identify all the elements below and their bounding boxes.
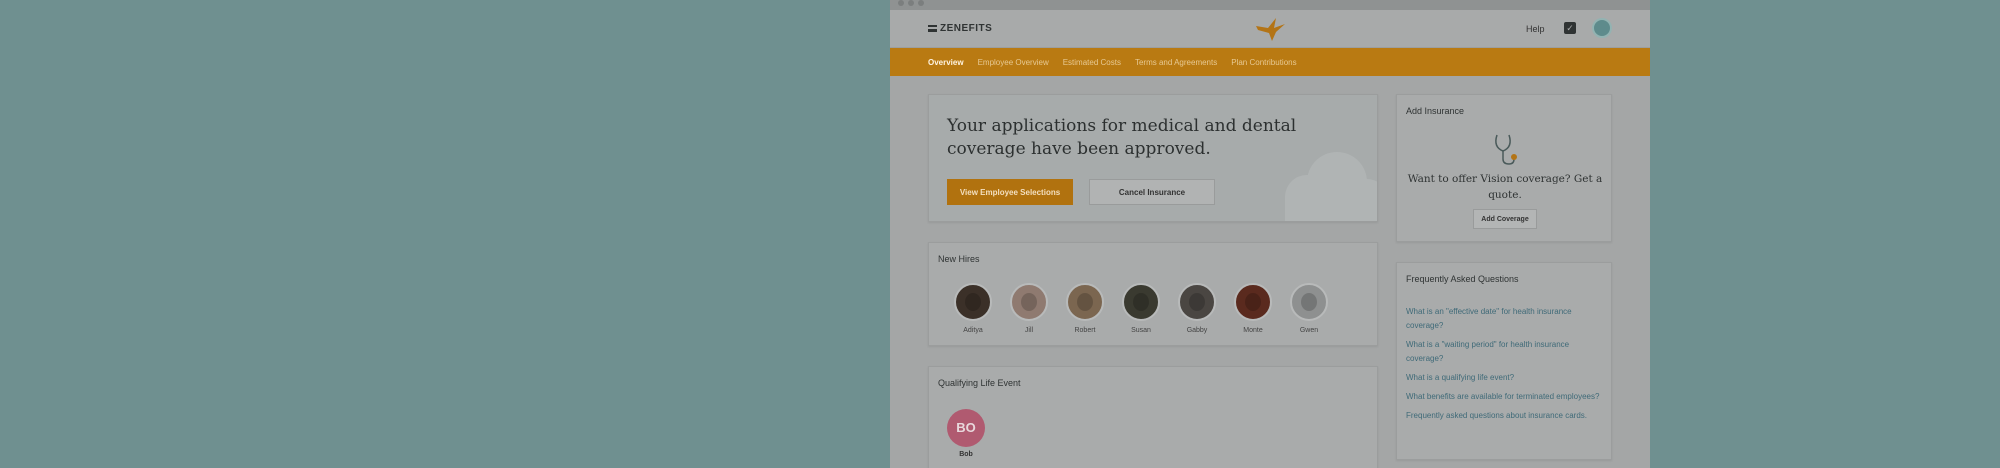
top-header: ZENEFITS Help ✓ (890, 10, 1650, 48)
user-avatar[interactable] (1592, 18, 1612, 38)
faq-list: What is an "effective date" for health i… (1406, 305, 1602, 428)
approval-banner: Your applications for medical and dental… (928, 94, 1378, 222)
brand-name: ZENEFITS (940, 23, 993, 34)
tab-estimated-costs[interactable]: Estimated Costs (1063, 58, 1121, 67)
new-hire-item[interactable]: Gabby (1169, 283, 1225, 334)
new-hire-item[interactable]: Monte (1225, 283, 1281, 334)
new-hires-title: New Hires (938, 254, 980, 264)
avatar (1234, 283, 1272, 321)
tab-employee-overview[interactable]: Employee Overview (978, 58, 1049, 67)
avatar (1066, 283, 1104, 321)
help-link[interactable]: Help (1526, 24, 1545, 34)
vision-quote-prompt: Want to offer Vision coverage? Get a quo… (1407, 173, 1603, 201)
hamburger-menu-icon[interactable] (928, 25, 937, 32)
faq-link[interactable]: What is an "effective date" for health i… (1406, 305, 1602, 333)
bird-logo-icon[interactable] (1254, 16, 1286, 47)
new-hires-card: New Hires Aditya Jill Robert Susan Gabby… (928, 242, 1378, 346)
qualifying-life-event-title: Qualifying Life Event (938, 378, 1021, 388)
faq-link[interactable]: What benefits are available for terminat… (1406, 390, 1602, 404)
add-insurance-title: Add Insurance (1406, 106, 1465, 116)
tab-overview[interactable]: Overview (928, 58, 964, 67)
tasks-check-icon[interactable]: ✓ (1564, 22, 1576, 34)
tab-plan-contributions[interactable]: Plan Contributions (1231, 58, 1296, 67)
new-hire-item[interactable]: Robert (1057, 283, 1113, 334)
faq-link[interactable]: What is a qualifying life event? (1406, 371, 1602, 385)
new-hires-list: Aditya Jill Robert Susan Gabby Monte Gwe… (945, 283, 1337, 334)
view-employee-selections-button[interactable]: View Employee Selections (947, 179, 1073, 205)
avatar (1178, 283, 1216, 321)
approval-message: Your applications for medical and dental… (947, 116, 1297, 159)
window-minimize-dot[interactable] (908, 0, 914, 6)
main-content: Your applications for medical and dental… (890, 76, 1650, 468)
avatar (954, 283, 992, 321)
new-hire-item[interactable]: Susan (1113, 283, 1169, 334)
app-window: ZENEFITS Help ✓ Overview Employee Overvi… (890, 0, 1650, 468)
section-nav: Overview Employee Overview Estimated Cos… (890, 48, 1650, 76)
faq-link[interactable]: What is a "waiting period" for health in… (1406, 338, 1602, 366)
tab-terms-and-agreements[interactable]: Terms and Agreements (1135, 58, 1217, 67)
new-hire-name: Robert (1074, 327, 1096, 334)
new-hire-name: Gabby (1186, 327, 1208, 334)
avatar (1010, 283, 1048, 321)
avatar[interactable]: BO (947, 409, 985, 447)
new-hire-item[interactable]: Aditya (945, 283, 1001, 334)
new-hire-name: Monte (1243, 327, 1263, 334)
new-hire-name: Gwen (1299, 327, 1319, 334)
stethoscope-icon (1495, 134, 1517, 165)
cancel-insurance-button[interactable]: Cancel Insurance (1089, 179, 1215, 205)
window-zoom-dot[interactable] (918, 0, 924, 6)
qle-person-name: Bob (959, 451, 973, 458)
new-hire-item[interactable]: Jill (1001, 283, 1057, 334)
add-insurance-card: Add Insurance Want to offer Vision cover… (1396, 94, 1612, 242)
new-hire-name: Susan (1131, 327, 1151, 334)
avatar (1122, 283, 1160, 321)
avatar (1290, 283, 1328, 321)
add-coverage-button[interactable]: Add Coverage (1473, 209, 1537, 229)
window-titlebar (890, 0, 1650, 10)
new-hire-item[interactable]: Gwen (1281, 283, 1337, 334)
brand-menu[interactable]: ZENEFITS (928, 23, 992, 34)
new-hire-name: Jill (1024, 327, 1034, 334)
window-close-dot[interactable] (898, 0, 904, 6)
qualifying-life-event-card: Qualifying Life Event BO Bob (928, 366, 1378, 468)
faq-link[interactable]: Frequently asked questions about insuran… (1406, 409, 1602, 423)
new-hire-name: Aditya (963, 327, 983, 334)
faq-title: Frequently Asked Questions (1406, 274, 1519, 284)
faq-card: Frequently Asked Questions What is an "e… (1396, 262, 1612, 460)
